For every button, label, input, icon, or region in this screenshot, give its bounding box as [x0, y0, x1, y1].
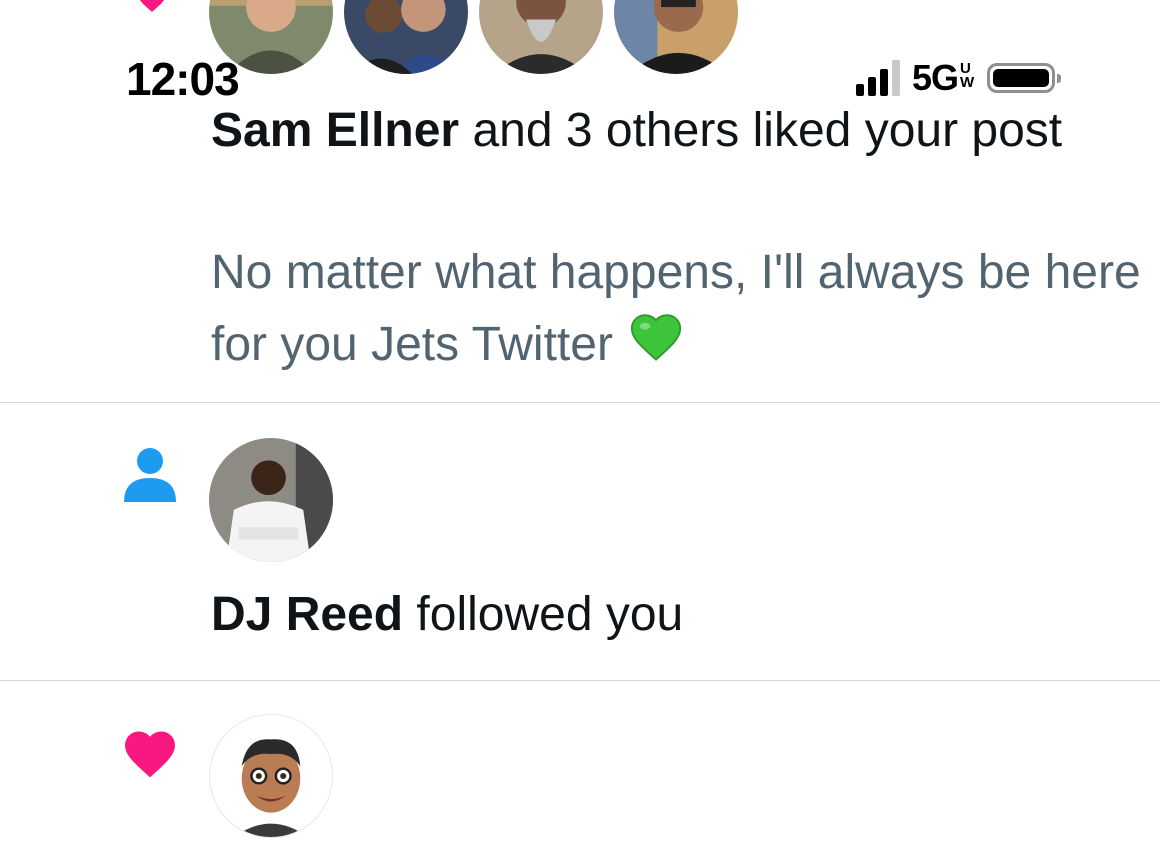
actor-name[interactable]: Sam Ellner — [211, 104, 459, 157]
avatar[interactable] — [344, 0, 468, 74]
heart-icon — [125, 731, 175, 778]
green-heart-emoji — [626, 308, 686, 386]
post-preview[interactable]: No matter what happens, I'll always be h… — [211, 238, 1151, 386]
avatar[interactable] — [614, 0, 738, 74]
avatar[interactable] — [479, 0, 603, 74]
divider — [0, 680, 1160, 681]
heart-icon — [139, 0, 165, 13]
actor-name[interactable]: DJ Reed — [211, 588, 403, 641]
network-label: 5G — [912, 57, 959, 98]
person-icon — [124, 448, 176, 502]
status-time: 12:03 — [126, 53, 240, 105]
status-indicators: 5G U W — [856, 57, 1062, 99]
notification-text: DJ Reed followed you — [211, 588, 684, 641]
notifications-screen: 12:03 5G U W Sam Ellner and 3 others lik… — [0, 0, 1160, 844]
battery-icon — [987, 63, 1062, 93]
avatar[interactable] — [209, 438, 333, 562]
notification-text: Sam Ellner and 3 others liked your post — [211, 104, 1063, 157]
network-uw-label: U W — [960, 60, 974, 91]
network-type: 5G U W — [912, 57, 974, 99]
divider — [0, 402, 1160, 403]
signal-strength-icon — [856, 60, 900, 96]
avatar[interactable] — [209, 714, 333, 838]
